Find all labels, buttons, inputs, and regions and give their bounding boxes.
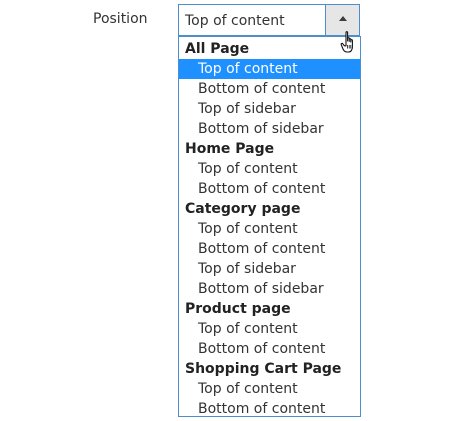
optgroup-label: Shopping Cart Page (185, 361, 342, 377)
optgroup-label: Category page (185, 201, 301, 217)
option[interactable]: Top of content (179, 159, 360, 179)
option[interactable]: Bottom of sidebar (179, 279, 360, 299)
option[interactable]: Bottom of content (179, 79, 360, 99)
position-select[interactable]: Top of content (178, 4, 360, 36)
optgroup-label: All Page (185, 41, 250, 57)
page: Position Top of content All Page Top of … (0, 0, 451, 421)
option[interactable]: Bottom of sidebar (179, 119, 360, 139)
option[interactable]: Top of content (179, 319, 360, 339)
optgroup-label: Home Page (185, 141, 275, 157)
option[interactable]: Top of sidebar (179, 259, 360, 279)
option[interactable]: Bottom of content (179, 239, 360, 259)
option[interactable]: Bottom of content (179, 339, 360, 359)
position-label: Position (93, 11, 148, 27)
option[interactable]: Top of sidebar (179, 99, 360, 119)
position-dropdown-list[interactable]: All Page Top of content Bottom of conten… (178, 36, 361, 417)
optgroup-label: Product page (185, 301, 291, 317)
option[interactable]: Bottom of content (179, 179, 360, 199)
select-value: Top of content (185, 13, 285, 29)
option[interactable]: Top of content (179, 219, 360, 239)
option[interactable]: Top of content (179, 379, 360, 399)
hand-pointer-icon (340, 31, 353, 53)
option-selected[interactable]: Top of content (179, 59, 360, 79)
arrow-up-icon (339, 16, 347, 21)
option[interactable]: Bottom of content (179, 399, 360, 419)
